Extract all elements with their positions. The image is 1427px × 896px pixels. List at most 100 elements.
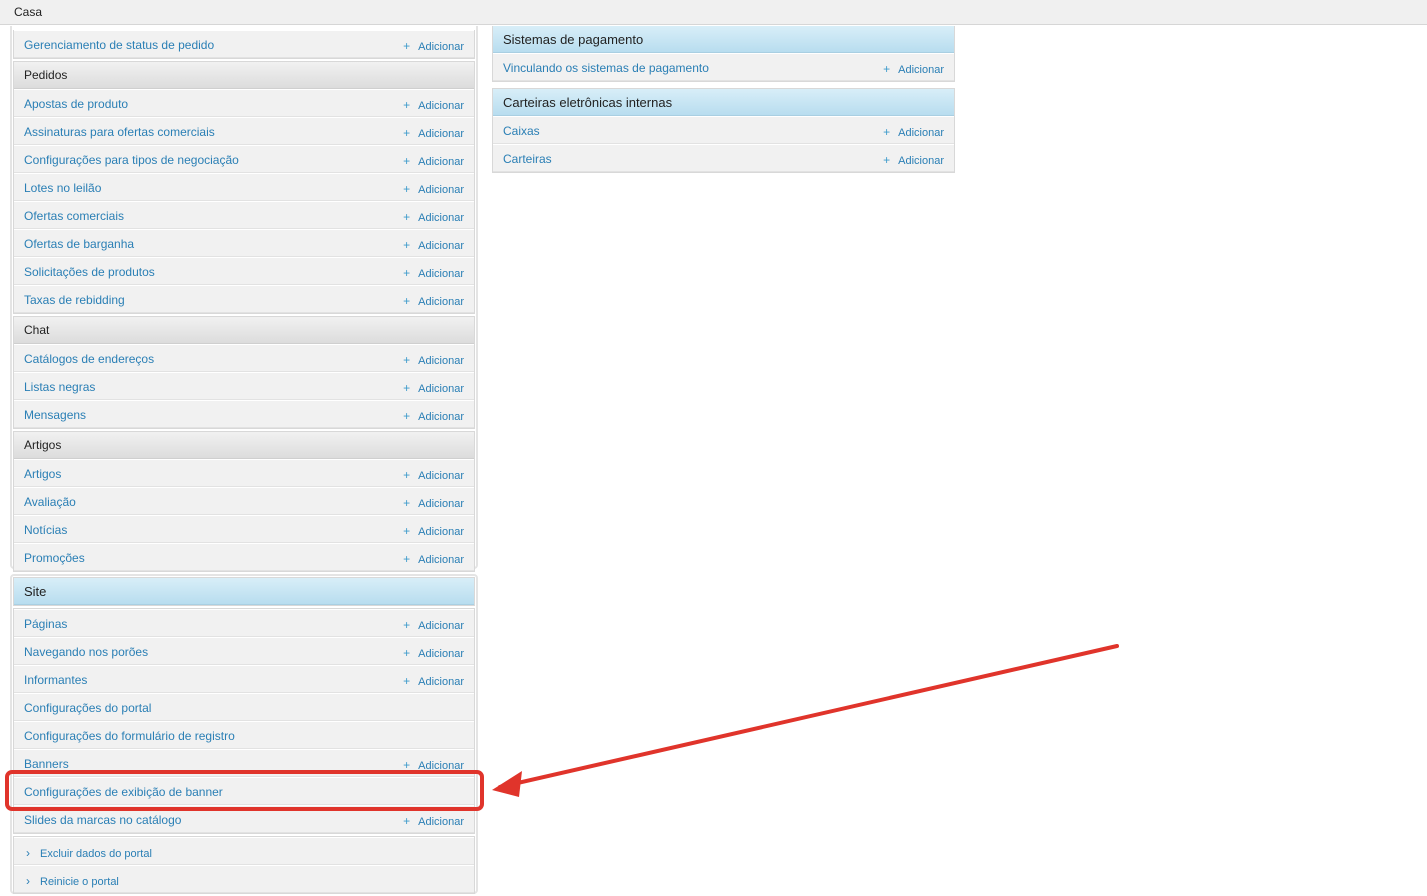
- add-order-status-button[interactable]: + Adicionar: [403, 39, 464, 53]
- row-excluir-dados: › Excluir dados do portal: [14, 837, 474, 865]
- plus-icon: +: [403, 126, 411, 140]
- row-configuracoes-portal: Configurações do portal: [14, 693, 474, 721]
- add-configuracoes-negociacao-button[interactable]: + Adicionar: [403, 154, 464, 168]
- section-site: Site: [13, 577, 475, 606]
- link-slides-marcas[interactable]: Slides da marcas no catálogo: [24, 813, 181, 827]
- section-caption-site: Site: [14, 578, 474, 605]
- link-navegando-poroes[interactable]: Navegando nos porões: [24, 645, 148, 659]
- section-caption-chat: Chat: [14, 317, 474, 344]
- add-avaliacao-button[interactable]: + Adicionar: [403, 496, 464, 510]
- plus-icon: +: [403, 646, 411, 660]
- site-links-module: Páginas + Adicionar Navegando nos porões + A…: [13, 608, 475, 834]
- link-artigos[interactable]: Artigos: [24, 467, 61, 481]
- link-listas-negras[interactable]: Listas negras: [24, 380, 95, 394]
- add-taxas-rebidding-button[interactable]: + Adicionar: [403, 294, 464, 308]
- add-assinaturas-button[interactable]: + Adicionar: [403, 126, 464, 140]
- row-navegando-poroes: Navegando nos porões + Adicionar: [14, 637, 474, 665]
- link-avaliacao[interactable]: Avaliação: [24, 495, 76, 509]
- link-ofertas-barganha[interactable]: Ofertas de barganha: [24, 237, 134, 251]
- section-caption-sistemas-pagamento: Sistemas de pagamento: [493, 26, 954, 53]
- link-carteiras[interactable]: Carteiras: [503, 152, 552, 166]
- link-order-status-management[interactable]: Gerenciamento de status de pedido: [24, 38, 214, 52]
- plus-icon: +: [403, 468, 411, 482]
- link-lotes-leilao[interactable]: Lotes no leilão: [24, 181, 101, 195]
- link-configuracoes-formulario-registro[interactable]: Configurações do formulário de registro: [24, 729, 235, 743]
- plus-icon: +: [883, 125, 891, 139]
- arrow-shaft: [498, 644, 1119, 789]
- link-solicitacoes-produtos[interactable]: Solicitações de produtos: [24, 265, 155, 279]
- add-solicitacoes-produtos-button[interactable]: + Adicionar: [403, 266, 464, 280]
- row-promocoes: Promoções + Adicionar: [14, 543, 474, 571]
- add-slides-marcas-button[interactable]: + Adicionar: [403, 814, 464, 828]
- chevron-right-icon: ›: [26, 846, 30, 860]
- link-configuracoes-negociacao[interactable]: Configurações para tipos de negociação: [24, 153, 239, 167]
- add-ofertas-comerciais-button[interactable]: + Adicionar: [403, 210, 464, 224]
- plus-icon: +: [403, 524, 411, 538]
- add-listas-negras-button[interactable]: + Adicionar: [403, 381, 464, 395]
- link-reinicie-portal[interactable]: › Reinicie o portal: [26, 874, 119, 888]
- add-informantes-button[interactable]: + Adicionar: [403, 674, 464, 688]
- section-pedidos: Pedidos Apostas de produto + Adicionar Ass…: [13, 61, 475, 314]
- add-caixas-button[interactable]: + Adicionar: [883, 125, 944, 139]
- link-excluir-dados-portal[interactable]: › Excluir dados do portal: [26, 846, 152, 860]
- plus-icon: +: [403, 674, 411, 688]
- add-mensagens-button[interactable]: + Adicionar: [403, 409, 464, 423]
- row-configuracoes-exibicao-banner: Configurações de exibição de banner: [14, 777, 474, 805]
- link-apostas-de-produto[interactable]: Apostas de produto: [24, 97, 128, 111]
- add-label: Adicionar: [418, 240, 464, 252]
- section-sistemas-pagamento: Sistemas de pagamento Vinculando os sist…: [492, 26, 955, 82]
- add-artigos-button[interactable]: + Adicionar: [403, 468, 464, 482]
- add-banners-button[interactable]: + Adicionar: [403, 758, 464, 772]
- plus-icon: +: [403, 154, 411, 168]
- link-paginas[interactable]: Páginas: [24, 617, 67, 631]
- link-vinculando-sistemas-pagamento[interactable]: Vinculando os sistemas de pagamento: [503, 61, 709, 75]
- add-catalogos-enderecos-button[interactable]: + Adicionar: [403, 353, 464, 367]
- row-order-status-management: Gerenciamento de status de pedido + Adici…: [14, 30, 474, 58]
- plus-icon: +: [883, 62, 891, 76]
- section-caption-artigos: Artigos: [14, 432, 474, 459]
- add-lotes-leilao-button[interactable]: + Adicionar: [403, 182, 464, 196]
- right-admin-panel: Sistemas de pagamento Vinculando os sist…: [492, 26, 955, 173]
- plus-icon: +: [403, 814, 411, 828]
- row-avaliacao: Avaliação + Adicionar: [14, 487, 474, 515]
- link-ofertas-comerciais[interactable]: Ofertas comerciais: [24, 209, 124, 223]
- section-carteiras-eletronicas: Carteiras eletrônicas internas Caixas + Ad…: [492, 88, 955, 173]
- link-caixas[interactable]: Caixas: [503, 124, 540, 138]
- plus-icon: +: [403, 294, 411, 308]
- link-informantes[interactable]: Informantes: [24, 673, 87, 687]
- add-apostas-button[interactable]: + Adicionar: [403, 98, 464, 112]
- plus-icon: +: [403, 552, 411, 566]
- link-assinaturas[interactable]: Assinaturas para ofertas comerciais: [24, 125, 215, 139]
- row-apostas: Apostas de produto + Adicionar: [14, 89, 474, 117]
- add-promocoes-button[interactable]: + Adicionar: [403, 552, 464, 566]
- plus-icon: +: [403, 496, 411, 510]
- plus-icon: +: [403, 39, 411, 53]
- site-actions-module: › Excluir dados do portal › Reinicie o por…: [13, 836, 475, 894]
- add-label: Adicionar: [418, 41, 464, 53]
- plus-icon: +: [403, 98, 411, 112]
- link-catalogos-enderecos[interactable]: Catálogos de endereços: [24, 352, 154, 366]
- row-artigos: Artigos + Adicionar: [14, 459, 474, 487]
- add-label: Adicionar: [418, 554, 464, 566]
- action-label: Reinicie o portal: [40, 876, 119, 888]
- add-vinculando-button[interactable]: + Adicionar: [883, 62, 944, 76]
- row-slides-marcas: Slides da marcas no catálogo + Adicionar: [14, 805, 474, 833]
- add-paginas-button[interactable]: + Adicionar: [403, 618, 464, 632]
- link-banners[interactable]: Banners: [24, 757, 69, 771]
- section-chat: Chat Catálogos de endereços + Adicionar Li…: [13, 316, 475, 429]
- link-configuracoes-exibicao-banner[interactable]: Configurações de exibição de banner: [24, 785, 223, 799]
- link-noticias[interactable]: Notícias: [24, 523, 67, 537]
- add-label: Adicionar: [418, 100, 464, 112]
- row-catalogos-enderecos: Catálogos de endereços + Adicionar: [14, 344, 474, 372]
- add-carteiras-button[interactable]: + Adicionar: [883, 153, 944, 167]
- link-configuracoes-portal[interactable]: Configurações do portal: [24, 701, 151, 715]
- row-lotes-leilao: Lotes no leilão + Adicionar: [14, 173, 474, 201]
- breadcrumb-home[interactable]: Casa: [14, 5, 42, 19]
- add-ofertas-barganha-button[interactable]: + Adicionar: [403, 238, 464, 252]
- link-taxas-rebidding[interactable]: Taxas de rebidding: [24, 293, 125, 307]
- add-navegando-poroes-button[interactable]: + Adicionar: [403, 646, 464, 660]
- link-promocoes[interactable]: Promoções: [24, 551, 85, 565]
- add-noticias-button[interactable]: + Adicionar: [403, 524, 464, 538]
- link-mensagens[interactable]: Mensagens: [24, 408, 86, 422]
- add-label: Adicionar: [418, 498, 464, 510]
